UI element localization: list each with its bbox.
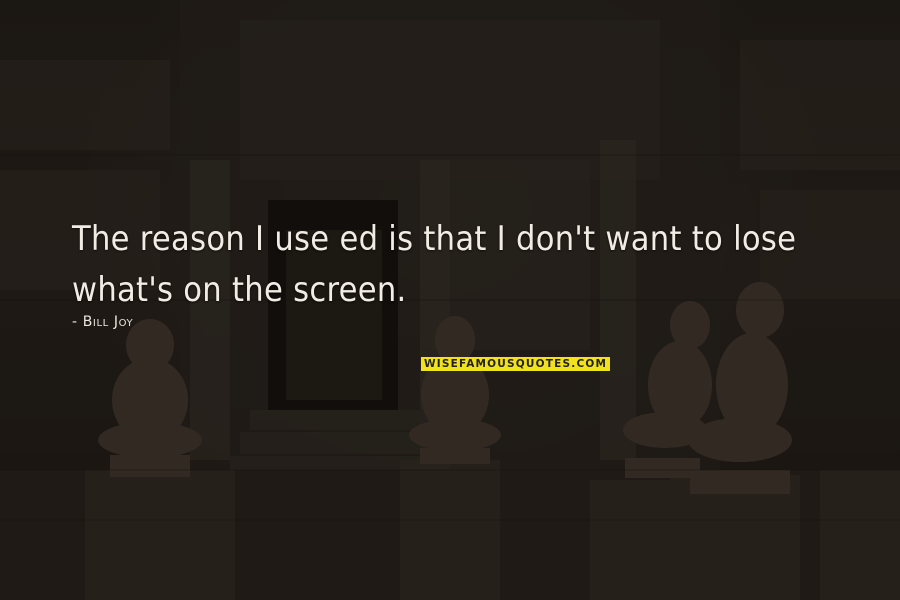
quote-card: The reason I use ed is that I don't want… bbox=[0, 0, 900, 600]
watermark-badge: WISEFAMOUSQUOTES.COM bbox=[421, 357, 611, 371]
quote-text: The reason I use ed is that I don't want… bbox=[72, 219, 797, 310]
quote-author: - Bill Joy bbox=[72, 314, 134, 330]
